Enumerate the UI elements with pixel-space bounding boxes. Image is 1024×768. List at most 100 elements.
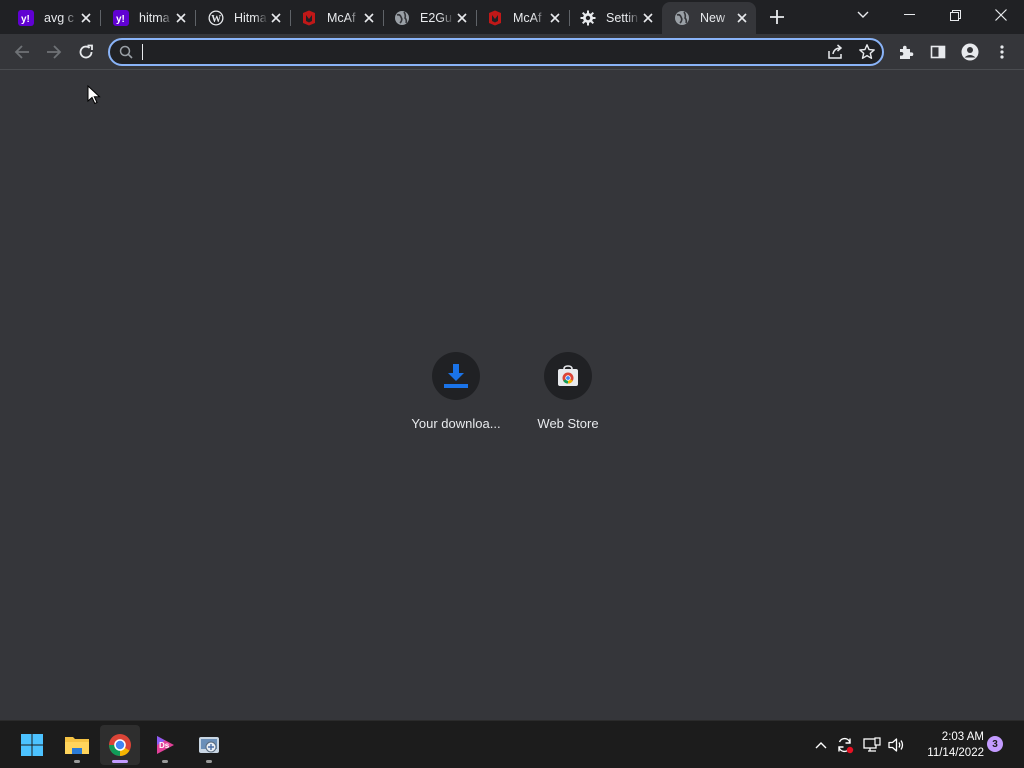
volume-button[interactable]: [886, 733, 908, 757]
shortcut-tile-downloads[interactable]: Your downloa...: [400, 352, 512, 431]
media-app-icon: Ds: [157, 736, 174, 754]
tab-title: hitma: [139, 11, 170, 25]
close-icon[interactable]: [454, 10, 470, 26]
show-hidden-icons-button[interactable]: [810, 733, 832, 757]
address-bar[interactable]: [108, 38, 884, 66]
shortcut-tile-web-store[interactable]: Web Store: [512, 352, 624, 431]
shortcut-label: Your downloa...: [411, 416, 501, 431]
bookmark-star-icon[interactable]: [858, 43, 876, 66]
close-icon[interactable]: [361, 10, 377, 26]
reload-icon: [79, 44, 93, 59]
notification-badge[interactable]: 3: [987, 736, 1003, 752]
sync-status-button[interactable]: [834, 733, 856, 757]
toolbar: [0, 34, 1024, 70]
svg-text:Ds: Ds: [159, 741, 170, 750]
close-icon[interactable]: [547, 10, 563, 26]
speaker-icon: [888, 738, 904, 752]
menu-button[interactable]: [988, 38, 1016, 66]
side-panel-icon: [930, 45, 946, 59]
forward-button[interactable]: [40, 38, 68, 66]
taskbar-media-app[interactable]: Ds: [145, 725, 185, 765]
network-icon: [863, 737, 881, 752]
tab-title: avg c: [44, 11, 74, 25]
yahoo-icon: y!: [113, 10, 129, 26]
tab[interactable]: W Hitma: [196, 2, 291, 34]
shortcut-label: Web Store: [537, 416, 599, 431]
shortcut-icon-circle: [544, 352, 592, 400]
yahoo-icon: y!: [18, 10, 34, 26]
tab[interactable]: McAf: [289, 2, 384, 34]
tab-title: New: [700, 11, 726, 25]
tab-active[interactable]: New: [662, 2, 756, 34]
clock-date: 11/14/2022: [927, 747, 984, 759]
taskbar-file-explorer[interactable]: [57, 725, 97, 765]
restore-icon: [949, 9, 961, 21]
tab[interactable]: y! hitma: [101, 2, 196, 34]
tab-title: E2Gu: [420, 11, 452, 25]
tab-search-button[interactable]: [840, 0, 886, 30]
clock-time: 2:03 AM: [941, 731, 984, 743]
reload-button[interactable]: [72, 38, 100, 66]
chevron-down-icon: [857, 11, 869, 18]
text-caret: [142, 44, 143, 60]
tab[interactable]: McAf: [475, 2, 570, 34]
more-vert-icon: [1000, 45, 1004, 59]
plus-icon: [770, 10, 784, 24]
close-icon: [995, 9, 1007, 21]
close-icon[interactable]: [173, 10, 189, 26]
close-window-button[interactable]: [978, 0, 1024, 30]
avatar-icon: [961, 43, 979, 61]
mcafee-icon: [301, 10, 317, 26]
search-icon: [119, 45, 133, 64]
globe-icon: [394, 10, 410, 26]
puzzle-icon: [900, 45, 914, 59]
share-icon[interactable]: [826, 43, 844, 66]
close-icon[interactable]: [640, 10, 656, 26]
download-icon: [444, 364, 468, 388]
mcafee-icon: [487, 10, 503, 26]
tab-title: Settin: [606, 11, 638, 25]
close-icon[interactable]: [268, 10, 284, 26]
close-icon[interactable]: [78, 10, 94, 26]
file-explorer-icon: [65, 737, 89, 754]
arrow-left-icon: [14, 45, 29, 59]
side-panel-button[interactable]: [924, 38, 952, 66]
profile-button[interactable]: [956, 38, 984, 66]
minimize-icon: [903, 14, 915, 15]
chevron-up-icon: [815, 742, 827, 749]
taskbar: Ds 2:03 AM 11/14/2022: [0, 720, 1024, 768]
new-tab-button[interactable]: [766, 6, 788, 28]
sync-icon: [838, 737, 854, 754]
utility-app-icon: [199, 737, 219, 753]
taskbar-chrome[interactable]: [100, 725, 140, 765]
extensions-button[interactable]: [892, 38, 920, 66]
arrow-right-icon: [47, 45, 62, 59]
tab[interactable]: y! avg c: [6, 2, 101, 34]
taskbar-utility-app[interactable]: [189, 725, 229, 765]
tab[interactable]: Settin: [568, 2, 662, 34]
windows-start-icon: [21, 734, 43, 756]
back-button[interactable]: [8, 38, 36, 66]
gear-icon: [580, 10, 596, 26]
start-button[interactable]: [12, 725, 52, 765]
wordpress-icon: W: [208, 10, 224, 26]
system-clock[interactable]: 2:03 AM 11/14/2022: [914, 729, 984, 761]
tab-title: McAf: [513, 11, 542, 25]
chrome-web-store-icon: [558, 365, 578, 386]
tab-strip: y! avg c y! hitma W Hitma McAf E2Gu McAf…: [0, 0, 1024, 34]
omnibox-input[interactable]: [140, 42, 800, 62]
shortcut-icon-circle: [432, 352, 480, 400]
tab-title: Hitma: [234, 11, 267, 25]
svg-text:y!: y!: [116, 14, 125, 25]
mouse-cursor-icon: [87, 85, 101, 105]
network-button[interactable]: [861, 733, 883, 757]
chrome-icon: [109, 734, 131, 756]
tab-title: McAf: [327, 11, 356, 25]
svg-text:y!: y!: [21, 14, 30, 25]
restore-button[interactable]: [932, 0, 978, 30]
tab[interactable]: E2Gu: [382, 2, 477, 34]
close-icon[interactable]: [734, 10, 750, 26]
new-tab-page: Your downloa... Web Store: [0, 70, 1024, 720]
globe-icon: [674, 10, 690, 26]
minimize-button[interactable]: [886, 0, 932, 30]
